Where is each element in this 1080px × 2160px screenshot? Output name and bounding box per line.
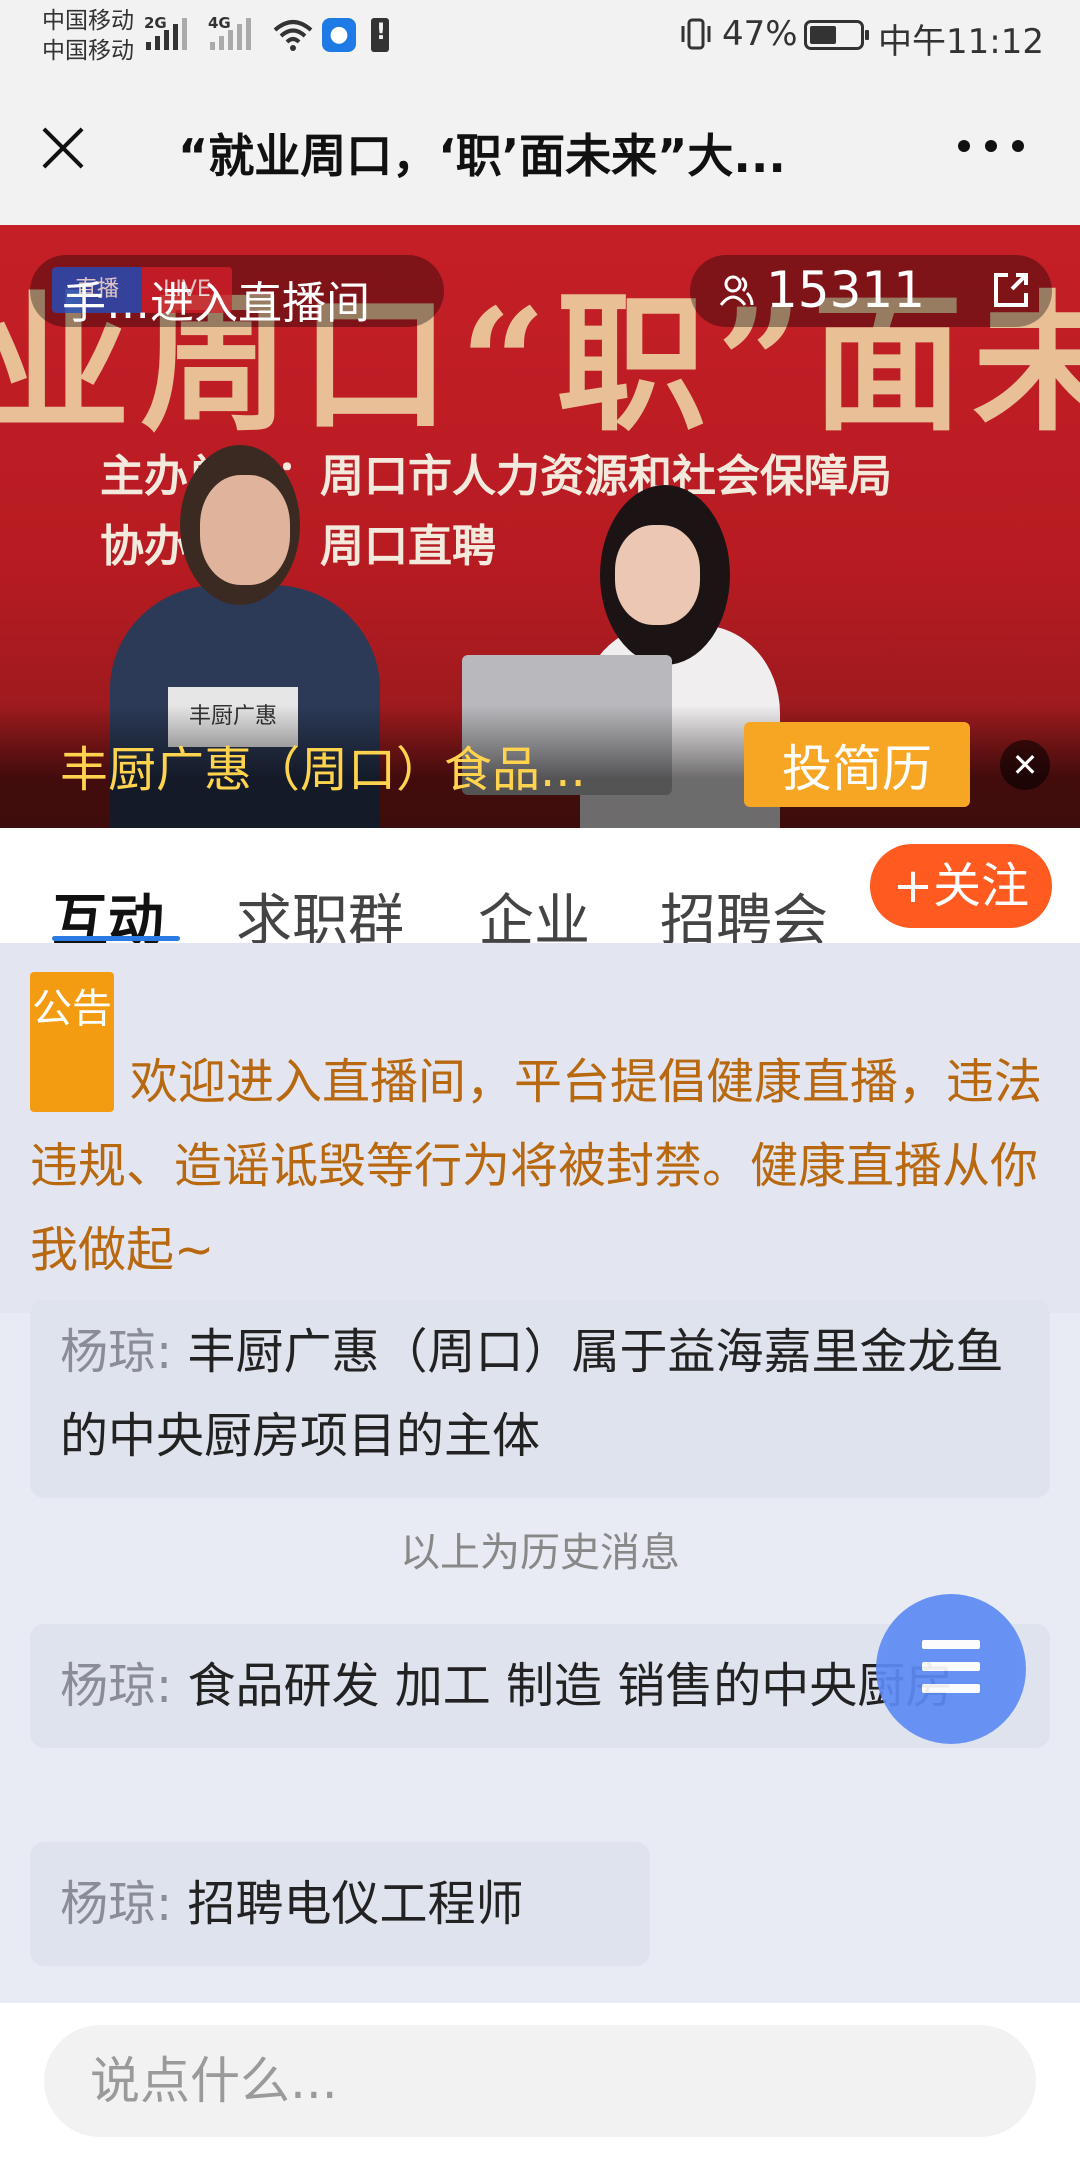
close-icon[interactable] [38, 123, 88, 173]
clock: 中午11:12 [878, 22, 1044, 62]
submit-resume-button[interactable]: 投简历 [744, 722, 970, 807]
follow-button[interactable]: +关注 [870, 844, 1052, 928]
active-tab-indicator [52, 936, 180, 941]
enter-live-label[interactable]: 手…进入直播间 [62, 267, 370, 331]
page-title: “就业周口，‘职’面未来”大... [178, 129, 786, 183]
live-video-player[interactable]: 业周口“职”面未 主办单位：周口市人力资源和社会保障局 协办单位：周口直聘 丰厨… [0, 225, 1080, 828]
carrier-1: 中国移动 [42, 8, 134, 34]
message-author: 杨琼: [60, 1876, 173, 1932]
share-icon[interactable] [990, 269, 1032, 311]
wifi-icon [273, 20, 313, 51]
battery-percent: 47% [722, 14, 798, 54]
carrier-2: 中国移动 [42, 38, 134, 64]
title-bar: “就业周口，‘职’面未来”大... [0, 75, 1080, 225]
signal-1-icon: 2G [144, 14, 187, 50]
viewers-icon [719, 275, 754, 306]
vibrate-icon [681, 18, 711, 50]
close-banner-icon[interactable]: ✕ [1000, 740, 1050, 790]
chat-message: 杨琼: 丰厨广惠（周口）属于益海嘉里金龙鱼的中央厨房项目的主体 [30, 1300, 1050, 1498]
announcement-text: 欢迎进入直播间，平台提倡健康直播，违法违规、造谣诋毁等行为将被封禁。健康直播从你… [30, 1054, 1043, 1278]
speaker-2-face [615, 525, 700, 625]
message-text: 丰厨广惠（周口）属于益海嘉里金龙鱼的中央厨房项目的主体 [60, 1324, 1004, 1464]
message-author: 杨琼: [60, 1324, 173, 1380]
carrier-labels: 中国移动 中国移动 [42, 6, 134, 66]
company-name[interactable]: 丰厨广惠（周口）食品... [60, 730, 586, 800]
speaker-1-face [200, 475, 290, 585]
warning-icon [371, 18, 389, 52]
message-author: 杨琼: [60, 1658, 173, 1714]
message-text: 食品研发 加工 制造 销售的中央厨房 [187, 1658, 954, 1714]
chat-message: 杨琼: 招聘电仪工程师 [30, 1842, 650, 1966]
more-options-icon[interactable] [958, 140, 1024, 156]
signal-2-icon: 4G [208, 14, 251, 50]
message-text: 招聘电仪工程师 [187, 1876, 524, 1932]
status-bar: 中国移动 中国移动 2G 4G ● 47% 中午11:12 [0, 0, 1080, 75]
viewer-count: 15311 [766, 261, 926, 319]
history-divider: 以上为历史消息 [400, 1530, 680, 1576]
menu-list-icon[interactable] [876, 1594, 1026, 1744]
comment-input[interactable] [44, 2025, 1036, 2137]
lightbulb-icon: ● [322, 18, 356, 52]
battery-icon [804, 20, 869, 50]
